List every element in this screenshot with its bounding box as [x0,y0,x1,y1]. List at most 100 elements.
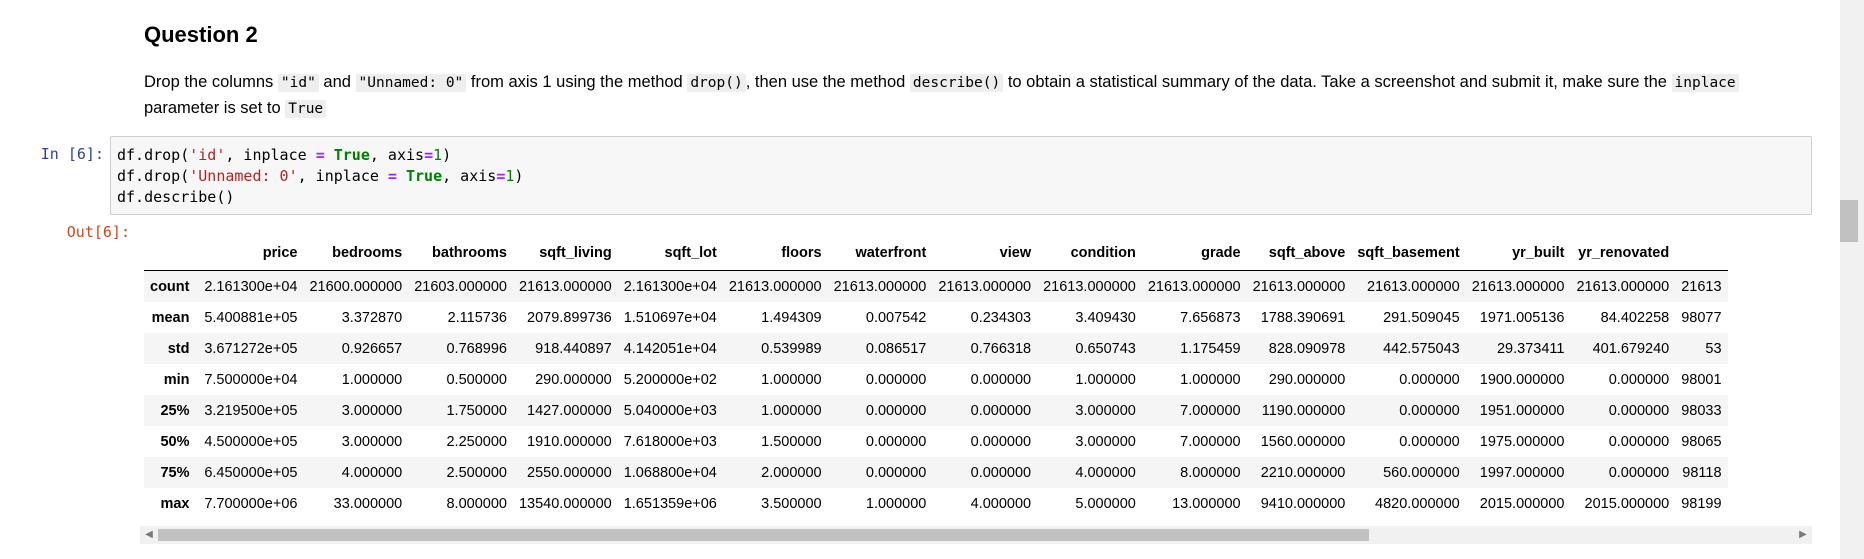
vertical-scrollbar[interactable] [1840,0,1864,559]
column-header: yr_renovated [1570,236,1676,271]
table-cell: 5.400881e+05 [204,309,298,326]
table-cell: 3.500000 [761,495,822,512]
table-cell: 2.000000 [761,464,822,481]
table-cell: 0.500000 [446,371,507,388]
code-token: df.drop( [117,167,190,185]
table-cell: 21613.000000 [1252,278,1346,295]
table-cell: 33.000000 [333,495,403,512]
table-cell: 0.000000 [865,402,927,419]
row-label: min [163,371,190,388]
table-cell: 3.409430 [1075,309,1136,326]
table-row: std 3.671272e+05 0.926657 0.768996 918.44089… [144,333,1728,364]
code-token: = [315,146,325,164]
table-cell: 13.000000 [1172,495,1241,512]
table-cell: 2079.899736 [527,309,612,326]
table-cell: 1.000000 [761,371,822,388]
text-segment: , then use the method [745,73,910,91]
table-cell: 21613.000000 [518,278,612,295]
table-cell: 401.679240 [1592,340,1670,357]
table-row: count 2.161300e+04 21600.000000 21603.00000… [144,270,1728,302]
table-cell: 8.000000 [446,495,507,512]
table-cell: 290.000000 [535,371,612,388]
table-cell: 21613.000000 [1471,278,1565,295]
table-cell: 1427.000000 [527,402,612,419]
table-cell: 828.090978 [1268,340,1346,357]
table-cell: 0.000000 [1608,433,1670,450]
horizontal-scrollbar[interactable]: ◀ ▶ [140,526,1812,544]
column-header: waterfront [827,236,933,271]
table-cell: 21603.000000 [414,278,507,295]
table-cell: 21613.000000 [1366,278,1460,295]
table-cell: 1190.000000 [1261,402,1346,419]
table-cell: 3.671272e+05 [204,340,298,357]
table-cell: 2.115736 [447,309,507,326]
table-cell: 13540.000000 [518,495,612,512]
output-prompt[interactable]: Out[6]: [0,223,130,241]
scrollbar-thumb[interactable] [158,529,1369,541]
table-header-row: price bedrooms bathrooms sqft_living sqf… [144,236,1728,271]
table-cell: 0.000000 [1399,433,1460,450]
code-token: , inplace [225,146,316,164]
column-header: grade [1141,236,1247,271]
code-token: True [333,146,370,164]
table-cell: 0.234303 [970,309,1032,326]
table-cell: 6.450000e+05 [204,464,298,481]
code-token: = [424,146,434,164]
table-cell: 3.000000 [341,433,403,450]
text-segment: from axis 1 using the method [466,73,688,91]
table-cell: 5.200000e+02 [623,371,717,388]
table-row: max 7.700000e+06 33.000000 8.000000 13540.00… [144,488,1728,519]
table-cell: 0.926657 [341,340,403,357]
table-cell: 9410.000000 [1260,495,1346,512]
row-label: 50% [160,433,190,450]
code-token: = [387,167,397,185]
column-header: bathrooms [408,236,513,271]
code-token: 'id' [189,146,226,164]
table-cell: 918.440897 [535,340,612,357]
table-cell: 0.000000 [1608,464,1670,481]
table-cell: 21613.000000 [938,278,1032,295]
notebook: Question 2 Drop the columns "id" and "Un… [0,0,1864,559]
table-cell: 3.372870 [341,309,403,326]
table-cell: 1.175459 [1180,340,1241,357]
column-header: view [932,236,1038,271]
table-cell: 1.000000 [865,495,927,512]
code-token: , axis [369,146,425,164]
table-cell: 0.000000 [1608,371,1670,388]
text-segment: parameter is set to [144,99,286,117]
table-cell: 1788.390691 [1260,309,1346,326]
table-cell: 1951.000000 [1479,402,1565,419]
table-cell: 3.219500e+05 [204,402,298,419]
scroll-right-icon[interactable]: ▶ [1794,526,1812,544]
table-cell: 21600.000000 [309,278,403,295]
index-header [144,236,196,271]
table-row: min 7.500000e+04 1.000000 0.500000 290.00000… [144,364,1728,395]
inline-code: "id" [277,74,319,92]
table-cell: 53 [1705,340,1722,357]
scroll-left-icon[interactable]: ◀ [140,526,158,544]
table-cell: 21613.000000 [1147,278,1241,295]
table-cell: 8.000000 [1180,464,1241,481]
table-cell: 21613 [1681,278,1722,295]
inline-code: drop() [687,74,746,92]
table-cell: 2550.000000 [527,464,612,481]
table-cell: 0.000000 [1608,402,1670,419]
column-header: sqft_living [512,236,618,271]
table-cell: 5.040000e+03 [623,402,717,419]
table-cell: 4.000000 [970,495,1032,512]
row-label: std [167,340,190,357]
table-cell: 1560.000000 [1260,433,1346,450]
code-token: True [406,167,443,185]
text-segment: and [318,73,356,91]
inline-code: True [285,100,327,118]
scrollbar-thumb[interactable] [1840,200,1858,242]
table-cell: 442.575043 [1383,340,1460,357]
code-token: , axis [442,167,497,185]
table-cell: 2.250000 [446,433,507,450]
column-header: sqft_above [1246,236,1352,271]
column-header: floors [722,236,828,271]
column-header: yr_built [1465,236,1571,271]
code-editor[interactable]: df.drop('id', inplace = True, axis=1) df… [110,136,1812,215]
input-prompt: In [6]: [40,145,104,163]
